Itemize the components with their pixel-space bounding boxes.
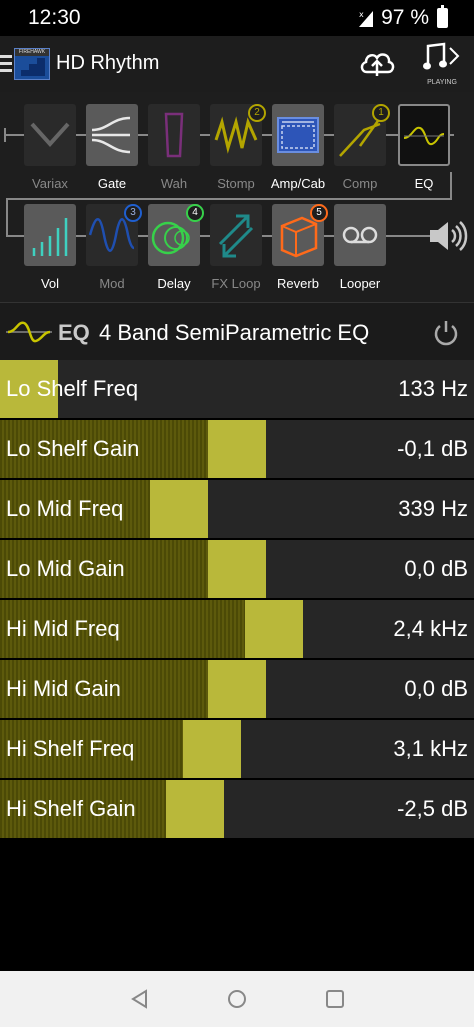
gate-icon: [91, 116, 131, 154]
param-row[interactable]: Lo Shelf Gain -0,1 dB: [0, 420, 474, 478]
reverb-badge: 5: [310, 204, 328, 222]
block-wah[interactable]: [148, 104, 200, 166]
block-label-gate: Gate: [97, 176, 127, 191]
variax-icon: [30, 122, 70, 147]
block-label-vol: Vol: [40, 276, 60, 291]
amp-icon: [277, 117, 319, 153]
block-label-delay: Delay: [157, 276, 191, 291]
block-label-wah: Wah: [160, 176, 188, 191]
volume-bars-icon: [32, 218, 68, 256]
eq-wave-icon: [403, 126, 445, 146]
device-logo[interactable]: FIREHAWK: [14, 48, 50, 80]
block-looper[interactable]: [334, 204, 386, 266]
menu-icon[interactable]: [0, 55, 12, 73]
home-icon[interactable]: [227, 989, 247, 1009]
block-fx-loop[interactable]: [210, 204, 262, 266]
block-vol[interactable]: [24, 204, 76, 266]
eq-wave-icon: [6, 321, 52, 343]
power-icon[interactable]: [432, 319, 460, 347]
signal-icon: x: [359, 10, 374, 27]
logo-graphic-icon: [21, 58, 45, 76]
param-slider-thumb[interactable]: [245, 600, 303, 658]
block-amp-cab[interactable]: [272, 104, 324, 166]
preset-title[interactable]: HD Rhythm: [56, 52, 159, 75]
block-gate[interactable]: [86, 104, 138, 166]
speaker-output-icon: [430, 221, 468, 251]
status-time: 12:30: [28, 6, 81, 29]
signal-chain: Variax Gate Wah 2 Stomp Amp/Cab 1 Comp E…: [0, 92, 474, 302]
param-value: -2,5 dB: [397, 796, 468, 821]
param-name: Lo Mid Freq: [6, 496, 124, 521]
block-label-variax: Variax: [32, 176, 68, 191]
playing-label: PLAYING: [427, 79, 457, 86]
param-value: 3,1 kHz: [393, 736, 468, 761]
music-note-icon: [423, 42, 460, 70]
block-label-reverb: Reverb: [277, 276, 319, 291]
param-row[interactable]: Hi Shelf Gain -2,5 dB: [0, 780, 474, 838]
param-slider-thumb[interactable]: [208, 540, 266, 598]
param-name: Hi Shelf Gain: [6, 796, 136, 821]
chain-line: [4, 128, 6, 142]
block-label-eq: EQ: [414, 176, 434, 191]
chain-line: [6, 198, 8, 236]
effect-tag: EQ: [58, 320, 90, 345]
param-value: 2,4 kHz: [393, 616, 468, 641]
param-value: -0,1 dB: [397, 436, 468, 461]
param-value: 0,0 dB: [404, 676, 468, 701]
system-nav-bar: [0, 971, 474, 1027]
param-name: Lo Shelf Gain: [6, 436, 140, 461]
playing-button[interactable]: PLAYING: [422, 42, 462, 90]
block-variax[interactable]: [24, 104, 76, 166]
wah-pedal-icon: [164, 112, 184, 158]
param-row[interactable]: Lo Shelf Freq 133 Hz: [0, 360, 474, 418]
mod-badge: 3: [124, 204, 142, 222]
param-slider-thumb[interactable]: [208, 420, 266, 478]
param-value: 0,0 dB: [404, 556, 468, 581]
effect-header: EQ 4 Band SemiParametric EQ: [0, 302, 474, 360]
battery-percent: 97 %: [381, 6, 429, 29]
app-bar: FIREHAWK HD Rhythm PLAYING: [0, 36, 474, 92]
looper-tape-icon: [342, 226, 378, 244]
param-row[interactable]: Lo Mid Freq 339 Hz: [0, 480, 474, 538]
svg-text:x: x: [359, 10, 364, 19]
param-name: Lo Mid Gain: [6, 556, 125, 581]
param-slider-thumb[interactable]: [166, 780, 224, 838]
param-row[interactable]: Hi Shelf Freq 3,1 kHz: [0, 720, 474, 778]
block-label-mod: Mod: [99, 276, 125, 291]
param-row[interactable]: Hi Mid Freq 2,4 kHz: [0, 600, 474, 658]
comp-badge: 1: [372, 104, 390, 122]
cloud-upload-icon[interactable]: [358, 48, 396, 78]
effect-model-name[interactable]: 4 Band SemiParametric EQ: [99, 320, 369, 346]
param-slider-thumb[interactable]: [208, 660, 266, 718]
block-label-comp: Comp: [342, 176, 378, 191]
param-row[interactable]: Hi Mid Gain 0,0 dB: [0, 660, 474, 718]
param-value: 133 Hz: [398, 376, 468, 401]
chain-line: [6, 198, 452, 200]
back-icon[interactable]: [130, 989, 150, 1009]
param-slider-thumb[interactable]: [150, 480, 208, 538]
param-value: 339 Hz: [398, 496, 468, 521]
block-label-stomp: Stomp: [217, 176, 255, 191]
param-name: Hi Mid Gain: [6, 676, 121, 701]
param-row[interactable]: Lo Mid Gain 0,0 dB: [0, 540, 474, 598]
param-slider-thumb[interactable]: [183, 720, 241, 778]
parameter-list: Lo Shelf Freq 133 Hz Lo Shelf Gain -0,1 …: [0, 360, 474, 840]
param-name: Hi Shelf Freq: [6, 736, 135, 761]
block-eq[interactable]: [398, 104, 450, 166]
stomp-badge: 2: [248, 104, 266, 122]
battery-icon: [437, 5, 448, 28]
block-label-looper: Looper: [339, 276, 381, 291]
status-bar: 12:30 x 97 %: [0, 0, 474, 36]
block-label-amp-cab: Amp/Cab: [270, 176, 326, 191]
block-label-fx-loop: FX Loop: [211, 276, 261, 291]
delay-badge: 4: [186, 204, 204, 222]
fx-loop-arrows-icon: [218, 214, 254, 258]
status-icons: x 97 %: [359, 5, 448, 30]
param-name: Hi Mid Freq: [6, 616, 120, 641]
recents-icon[interactable]: [325, 989, 345, 1009]
logo-text: FIREHAWK: [15, 49, 49, 56]
param-name: Lo Shelf Freq: [6, 376, 139, 401]
